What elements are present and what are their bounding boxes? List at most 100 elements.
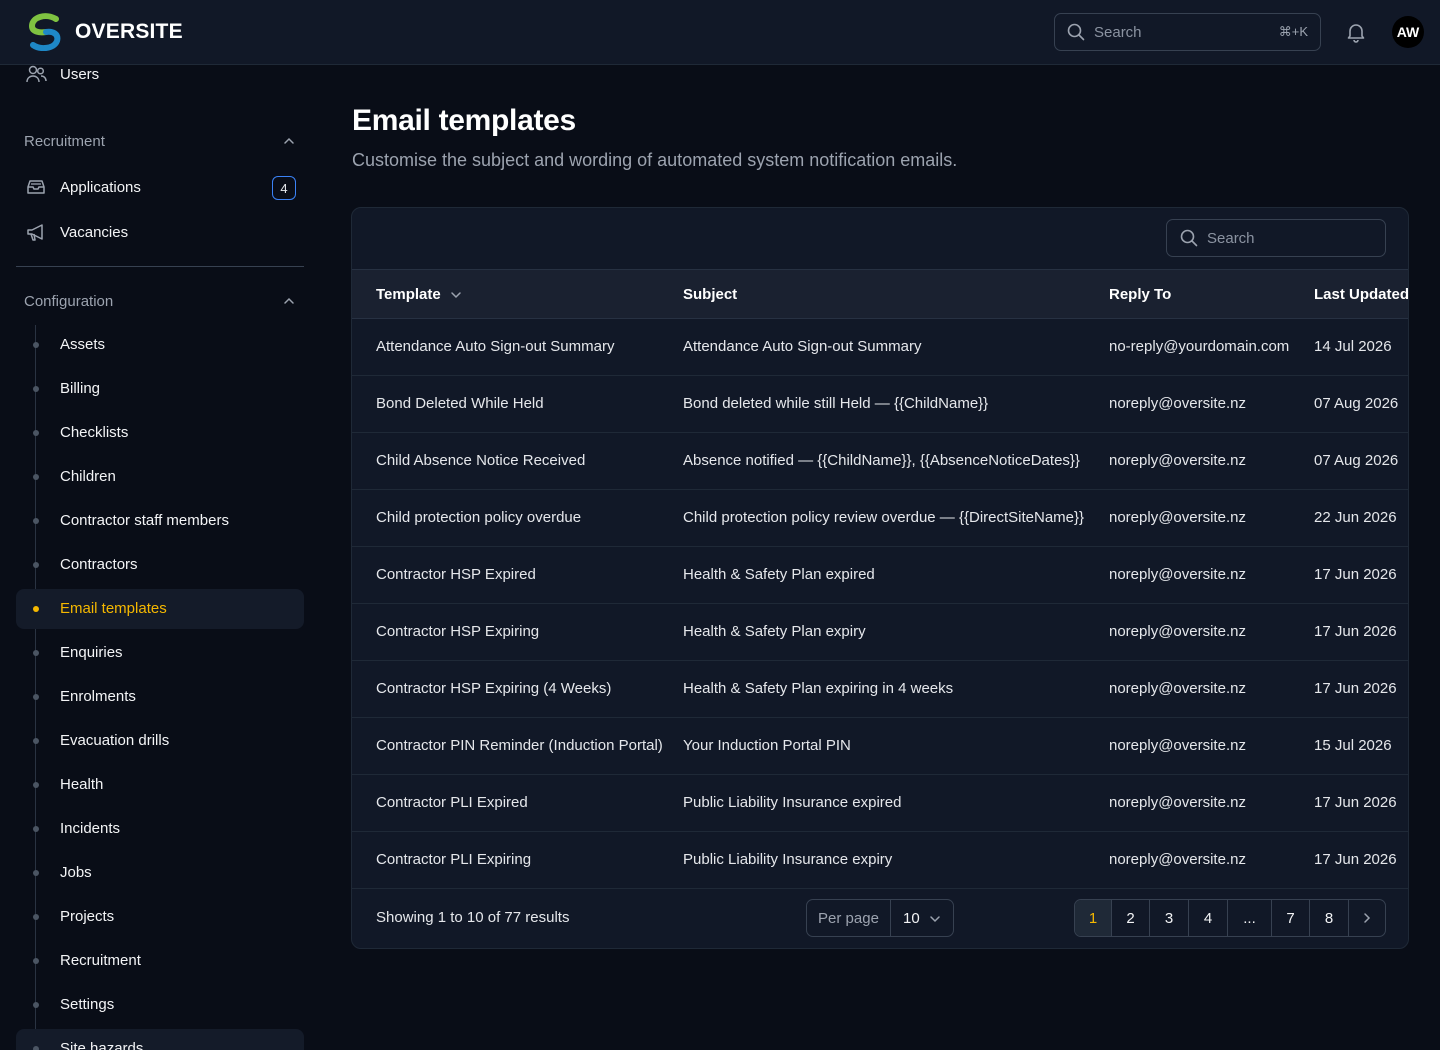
global-search-input[interactable]: Search ⌘+K [1054, 13, 1321, 51]
page-button-1[interactable]: 1 [1075, 900, 1112, 936]
table-row[interactable]: Contractor PIN Reminder (Induction Porta… [352, 718, 1408, 775]
column-header-subject[interactable]: Subject [683, 286, 737, 303]
cell-reply-to: noreply@oversite.nz [1109, 851, 1246, 868]
sidebar-item-site-hazards[interactable]: Site hazards [16, 1029, 304, 1050]
cell-template: Contractor HSP Expired [376, 566, 536, 583]
sidebar-item-label: Email templates [60, 600, 167, 617]
column-header-reply-to[interactable]: Reply To [1109, 286, 1171, 303]
cell-reply-to: noreply@oversite.nz [1109, 680, 1246, 697]
user-avatar[interactable]: AW [1392, 16, 1424, 48]
table-row[interactable]: Contractor PLI Expiring Public Liability… [352, 832, 1408, 889]
tree-dot-active [33, 606, 39, 612]
cell-subject: Bond deleted while still Held — {{ChildN… [683, 395, 989, 412]
sidebar-item-label: Vacancies [60, 223, 129, 241]
column-header-last-updated[interactable]: Last Updated [1314, 286, 1408, 303]
email-templates-table-card: Search Template Subject Reply To Last Up… [351, 207, 1409, 949]
chevron-right-icon [1364, 913, 1371, 923]
sidebar-item-assets[interactable]: Assets [16, 325, 304, 365]
table-row[interactable]: Contractor HSP Expired Health & Safety P… [352, 547, 1408, 604]
page-button-8[interactable]: 8 [1310, 900, 1349, 936]
chevron-up-icon [284, 297, 294, 304]
column-header-label: Template [376, 286, 441, 303]
sidebar-item-contractors[interactable]: Contractors [16, 545, 304, 585]
cell-reply-to: noreply@oversite.nz [1109, 395, 1246, 412]
chevron-up-icon [284, 137, 294, 144]
per-page-value: 10 [903, 909, 920, 927]
cell-reply-to: noreply@oversite.nz [1109, 509, 1246, 526]
sidebar-item-billing[interactable]: Billing [16, 369, 304, 409]
brand[interactable]: OVERSITE [26, 13, 183, 51]
sidebar-divider [16, 266, 304, 267]
cell-template: Contractor HSP Expiring [376, 623, 540, 640]
sidebar-item-evacuation-drills[interactable]: Evacuation drills [16, 721, 304, 761]
next-page-button[interactable] [1349, 900, 1385, 936]
tree-dot [33, 958, 39, 964]
page-button-3[interactable]: 3 [1150, 900, 1189, 936]
cell-reply-to: noreply@oversite.nz [1109, 794, 1246, 811]
cell-template: Contractor HSP Expiring (4 Weeks) [376, 680, 612, 697]
page-button-7[interactable]: 7 [1272, 900, 1310, 936]
page-button-4[interactable]: 4 [1189, 900, 1228, 936]
cell-template: Child Absence Notice Received [376, 452, 586, 469]
table-search-input[interactable]: Search [1166, 219, 1386, 257]
section-heading: Configuration [24, 292, 114, 310]
table-row[interactable]: Bond Deleted While Held Bond deleted whi… [352, 376, 1408, 433]
sidebar-item-email-templates[interactable]: Email templates [16, 589, 304, 629]
section-configuration[interactable]: Configuration [24, 289, 296, 313]
sidebar-item-health[interactable]: Health [16, 765, 304, 805]
per-page-select[interactable]: Per page 10 [806, 899, 954, 937]
sidebar-item-label: Incidents [60, 820, 121, 837]
sidebar-item-label: Enrolments [60, 688, 136, 705]
section-recruitment[interactable]: Recruitment [24, 129, 296, 153]
sidebar-item-vacancies[interactable]: Vacancies [16, 212, 304, 252]
sidebar-item-jobs[interactable]: Jobs [16, 853, 304, 893]
table-search-placeholder: Search [1207, 229, 1255, 247]
page-subtitle: Customise the subject and wording of aut… [352, 150, 958, 170]
sidebar-item-enrolments[interactable]: Enrolments [16, 677, 304, 717]
tree-dot [33, 386, 39, 392]
cell-template: Bond Deleted While Held [376, 395, 544, 412]
search-icon [1180, 229, 1198, 247]
cell-last-updated: 17 Jun 2026 [1314, 623, 1397, 640]
table-row[interactable]: Contractor HSP Expiring (4 Weeks) Health… [352, 661, 1408, 718]
sidebar-item-label: Settings [60, 996, 115, 1013]
sidebar-item-checklists[interactable]: Checklists [16, 413, 304, 453]
cell-template: Contractor PLI Expiring [376, 851, 532, 868]
table-row[interactable]: Contractor HSP Expiring Health & Safety … [352, 604, 1408, 661]
tree-dot [33, 870, 39, 876]
table-row[interactable]: Child protection policy overdue Child pr… [352, 490, 1408, 547]
sidebar-item-label: Billing [60, 380, 101, 397]
sidebar-item-incidents[interactable]: Incidents [16, 809, 304, 849]
column-header-template[interactable]: Template [376, 286, 463, 303]
sidebar-item-settings[interactable]: Settings [16, 985, 304, 1025]
sidebar-item-label: Assets [60, 336, 106, 353]
cell-last-updated: 15 Jul 2026 [1314, 737, 1392, 754]
pagination: 1 2 3 4 ... 7 8 [1074, 899, 1386, 937]
sidebar-item-applications[interactable]: Applications 4 [16, 167, 304, 207]
table-row[interactable]: Attendance Auto Sign-out Summary Attenda… [352, 319, 1408, 376]
sidebar-item-enquiries[interactable]: Enquiries [16, 633, 304, 673]
tree-dot [33, 738, 39, 744]
cell-reply-to: no-reply@yourdomain.com [1109, 338, 1290, 355]
chevron-down-icon [451, 291, 461, 298]
table-row[interactable]: Contractor PLI Expired Public Liability … [352, 775, 1408, 832]
sidebar-item-children[interactable]: Children [16, 457, 304, 497]
sidebar-item-label: Projects [60, 908, 115, 925]
sidebar-item-label: Evacuation drills [60, 732, 170, 749]
cell-last-updated: 14 Jul 2026 [1314, 338, 1392, 355]
bell-icon[interactable] [1345, 21, 1367, 43]
page-button-2[interactable]: 2 [1112, 900, 1150, 936]
cell-subject: Health & Safety Plan expiry [683, 623, 866, 640]
sidebar-item-recruitment[interactable]: Recruitment [16, 941, 304, 981]
sidebar-item-label: Enquiries [60, 644, 123, 661]
sidebar-item-users[interactable]: Users [16, 65, 304, 94]
sidebar-item-projects[interactable]: Projects [16, 897, 304, 937]
sidebar-item-label: Jobs [60, 864, 92, 881]
cell-reply-to: noreply@oversite.nz [1109, 452, 1246, 469]
section-heading: Recruitment [24, 132, 105, 150]
table-row[interactable]: Child Absence Notice Received Absence no… [352, 433, 1408, 490]
cell-template: Attendance Auto Sign-out Summary [376, 338, 615, 355]
cell-subject: Absence notified — {{ChildName}}, {{Abse… [683, 452, 1080, 469]
megaphone-icon [27, 224, 43, 241]
sidebar-item-contractor-staff-members[interactable]: Contractor staff members [16, 501, 304, 541]
